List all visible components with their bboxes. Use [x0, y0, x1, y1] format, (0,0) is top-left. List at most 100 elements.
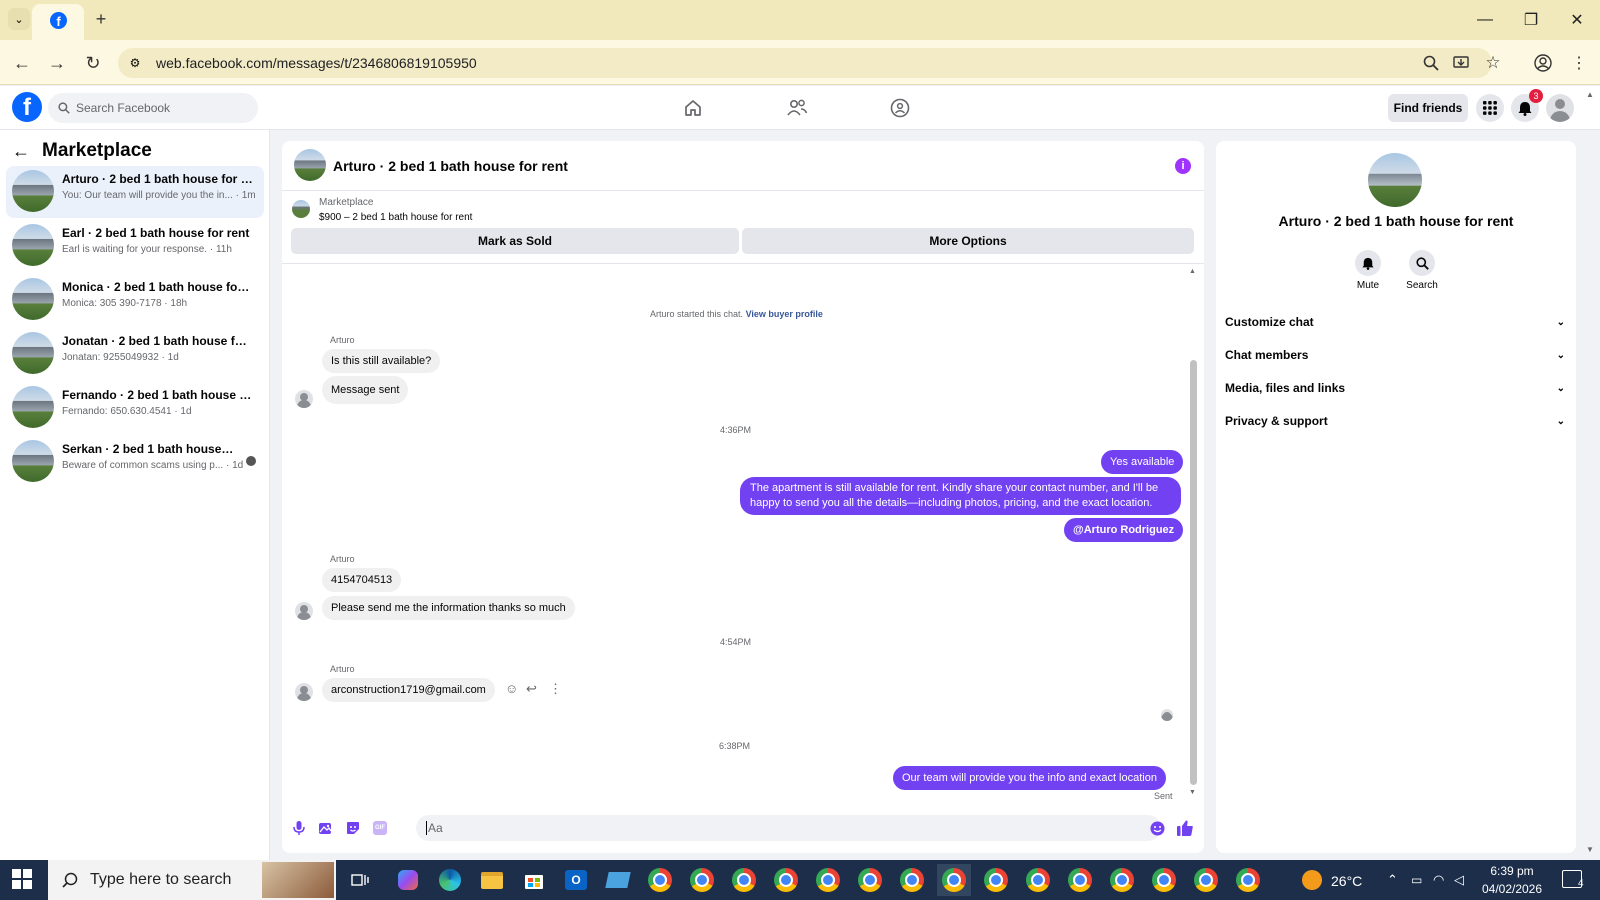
message-bubble-incoming[interactable]: Please send me the information thanks so… — [322, 596, 575, 620]
file-explorer-icon[interactable] — [475, 864, 509, 896]
listing-price[interactable]: $900 – 2 bed 1 bath house for rent — [319, 212, 472, 223]
microphone-icon[interactable] — [290, 819, 308, 837]
message-bubble-incoming[interactable]: Is this still available? — [322, 349, 441, 373]
scroll-up-arrow-icon[interactable]: ▲ — [1189, 268, 1196, 275]
active-tab[interactable]: f — [32, 4, 84, 40]
clock-time[interactable]: 6:39 pm — [1484, 864, 1540, 878]
show-hidden-icons-icon[interactable]: ⌃ — [1387, 872, 1398, 888]
view-buyer-profile-link[interactable]: View buyer profile — [746, 309, 823, 319]
microsoft-store-icon[interactable] — [517, 864, 551, 896]
chrome-icon[interactable] — [1021, 864, 1055, 896]
back-arrow-icon[interactable]: ← — [12, 141, 30, 162]
chrome-icon[interactable] — [853, 864, 887, 896]
chat-listing-thumbnail[interactable] — [294, 149, 326, 181]
facebook-search-input[interactable]: Search Facebook — [48, 93, 258, 123]
find-friends-button[interactable]: Find friends — [1388, 94, 1468, 122]
chrome-icon[interactable] — [1231, 864, 1265, 896]
minimize-icon[interactable]: — — [1462, 0, 1508, 40]
search-conversation-icon[interactable] — [1409, 250, 1435, 276]
message-bubble-incoming[interactable]: 4154704513 — [322, 568, 402, 592]
message-bubble-mention[interactable]: @Arturo Rodriguez — [1064, 518, 1184, 542]
close-icon[interactable]: ✕ — [1554, 0, 1600, 40]
browser-menu-icon[interactable]: ⋮ — [1566, 50, 1592, 76]
outlook-icon[interactable]: O — [559, 864, 593, 896]
conversation-item[interactable]: Arturo · 2 bed 1 bath house for rent You… — [6, 166, 264, 218]
scroll-up-icon[interactable]: ▲ — [1586, 90, 1596, 100]
volume-icon[interactable]: ◁ — [1454, 872, 1464, 888]
chat-scrollbar[interactable] — [1190, 360, 1197, 785]
reply-icon[interactable]: ↩ — [526, 681, 537, 697]
chrome-icon[interactable] — [727, 864, 761, 896]
message-bubble-outgoing[interactable]: The apartment is still available for ren… — [740, 477, 1181, 515]
menu-grid-icon[interactable] — [1476, 94, 1504, 122]
groups-icon[interactable] — [885, 96, 915, 120]
copilot-icon[interactable] — [391, 864, 425, 896]
url-text[interactable]: web.facebook.com/messages/t/234680681910… — [156, 55, 477, 71]
scroll-down-icon[interactable]: ▼ — [1586, 845, 1594, 854]
media-files-links-row[interactable]: Media, files and links ⌄ — [1225, 375, 1565, 401]
emoji-icon[interactable] — [1148, 819, 1166, 837]
scroll-down-arrow-icon[interactable]: ▼ — [1189, 789, 1196, 796]
facebook-logo-icon[interactable]: f — [12, 92, 42, 122]
more-actions-icon[interactable]: ⋮ — [549, 681, 562, 697]
chrome-icon[interactable] — [1189, 864, 1223, 896]
message-input[interactable]: Aa — [416, 815, 1161, 841]
react-emoji-icon[interactable]: ☺ — [505, 681, 518, 696]
message-bubble-outgoing[interactable]: Yes available — [1101, 450, 1184, 474]
chrome-icon[interactable] — [1063, 864, 1097, 896]
info-icon[interactable]: i — [1175, 158, 1191, 174]
conversation-item[interactable]: Earl · 2 bed 1 bath house for rent Earl … — [6, 220, 264, 272]
conversation-item[interactable]: Jonatan · 2 bed 1 bath house for re... J… — [6, 328, 264, 380]
app-icon[interactable] — [601, 864, 635, 896]
attach-photo-icon[interactable] — [317, 819, 335, 837]
gif-icon[interactable]: GIF — [371, 819, 389, 837]
bookmark-star-icon[interactable]: ☆ — [1480, 50, 1506, 76]
chat-members-row[interactable]: Chat members ⌄ — [1225, 342, 1565, 368]
customize-chat-row[interactable]: Customize chat ⌄ — [1225, 309, 1565, 335]
listing-photo[interactable] — [1368, 153, 1422, 207]
chrome-icon[interactable] — [643, 864, 677, 896]
more-options-button[interactable]: More Options — [742, 228, 1194, 254]
install-app-icon[interactable] — [1448, 50, 1474, 76]
sticker-icon[interactable] — [344, 819, 362, 837]
clock-date[interactable]: 04/02/2026 — [1474, 882, 1550, 896]
device-icon[interactable]: ▭ — [1411, 873, 1422, 887]
chrome-icon[interactable] — [769, 864, 803, 896]
wifi-icon[interactable]: ◠ — [1433, 872, 1444, 888]
weather-temperature[interactable]: 26°C — [1331, 873, 1362, 889]
friends-icon[interactable] — [782, 96, 812, 120]
new-tab-icon[interactable]: + — [90, 8, 112, 30]
back-icon[interactable]: ← — [9, 50, 35, 76]
like-thumbs-up-icon[interactable] — [1176, 819, 1194, 837]
privacy-support-row[interactable]: Privacy & support ⌄ — [1225, 408, 1565, 434]
chrome-icon[interactable] — [1147, 864, 1181, 896]
windows-start-icon[interactable] — [12, 869, 34, 891]
weather-icon[interactable] — [1302, 870, 1322, 890]
conversation-item[interactable]: Fernando · 2 bed 1 bath house for ... Fe… — [6, 382, 264, 434]
conversation-item[interactable]: Monica · 2 bed 1 bath house for rent Mon… — [6, 274, 264, 326]
chat-title[interactable]: Arturo · 2 bed 1 bath house for rent — [333, 158, 568, 174]
account-avatar[interactable] — [1546, 94, 1574, 122]
chrome-icon-active[interactable] — [937, 864, 971, 896]
chrome-icon[interactable] — [811, 864, 845, 896]
message-bubble-outgoing[interactable]: Our team will provide you the info and e… — [893, 766, 1166, 790]
conversation-item[interactable]: Serkan · 2 bed 1 bath house for ... Bewa… — [6, 436, 264, 488]
home-icon[interactable] — [678, 96, 708, 120]
chrome-icon[interactable] — [1105, 864, 1139, 896]
task-view-icon[interactable] — [343, 864, 377, 896]
site-info-icon[interactable]: ⚙ — [126, 54, 144, 72]
message-bubble-incoming[interactable]: Message sent — [322, 376, 409, 404]
chrome-icon[interactable] — [685, 864, 719, 896]
profile-icon[interactable] — [1530, 50, 1556, 76]
tab-search-button[interactable]: ⌄ — [8, 8, 30, 30]
chrome-icon[interactable] — [979, 864, 1013, 896]
restore-icon[interactable]: ❐ — [1508, 0, 1554, 40]
message-bubble-incoming[interactable]: arconstruction1719@gmail.com — [322, 678, 495, 702]
mute-bell-icon[interactable] — [1355, 250, 1381, 276]
forward-icon[interactable]: → — [44, 50, 70, 76]
edge-icon[interactable] — [433, 864, 467, 896]
mark-as-sold-button[interactable]: Mark as Sold — [291, 228, 739, 254]
chrome-icon[interactable] — [895, 864, 929, 896]
zoom-icon[interactable] — [1418, 50, 1444, 76]
reload-icon[interactable]: ↻ — [80, 50, 106, 76]
